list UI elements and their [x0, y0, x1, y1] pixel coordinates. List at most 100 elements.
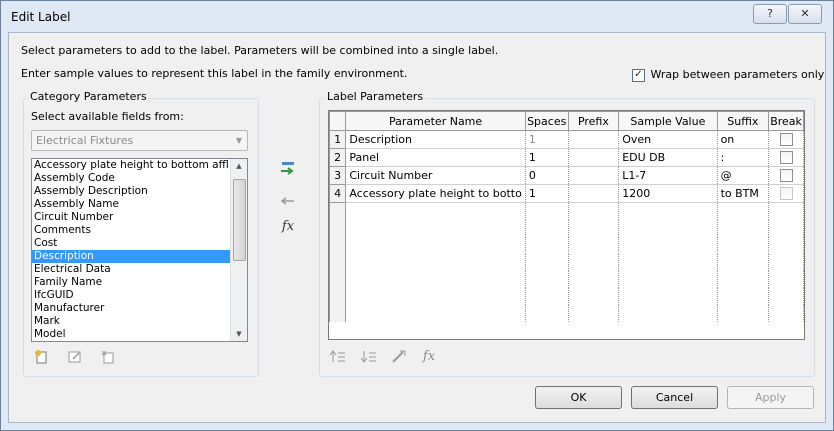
cell-spaces[interactable]: 1 [525, 184, 569, 203]
column-header-parameter-name[interactable]: Parameter Name [345, 111, 526, 131]
add-parameter-icon[interactable] [279, 160, 297, 176]
row-number-header [329, 111, 347, 131]
empty-cell [525, 305, 569, 322]
list-scrollbar[interactable]: ▲ ▼ [230, 159, 247, 341]
apply-button[interactable]: Apply [727, 386, 814, 409]
list-item[interactable]: Family Name [32, 276, 247, 289]
cell-break [768, 184, 804, 203]
column-header-prefix[interactable]: Prefix [567, 111, 620, 131]
cell-spaces[interactable]: 1 [525, 130, 569, 149]
available-fields-list[interactable]: Accessory plate height to bottom affl Ass… [31, 158, 248, 342]
cell-prefix[interactable] [568, 166, 620, 185]
close-button[interactable]: ✕ [788, 4, 822, 24]
empty-row [329, 220, 804, 237]
cell-break [768, 166, 804, 185]
list-item[interactable]: IfcGUID [32, 289, 247, 302]
cancel-button[interactable]: Cancel [631, 386, 718, 409]
empty-cell [525, 220, 569, 237]
cell-prefix[interactable] [568, 184, 620, 203]
grid-formula-icon[interactable]: fx [420, 349, 438, 365]
fields-source-select[interactable]: Electrical Fixtures ▼ [31, 130, 248, 151]
cell-suffix[interactable]: to BTM [717, 184, 770, 203]
cell-break [768, 130, 804, 149]
empty-cell [345, 254, 526, 271]
cell-parameter-name[interactable]: Panel [345, 148, 526, 167]
list-item[interactable]: Assembly Description [32, 185, 247, 198]
break-checkbox[interactable] [779, 133, 793, 147]
column-header-break[interactable]: Break [768, 111, 804, 131]
table-row[interactable]: 4 Accessory plate height to botto 1 1200 to … [329, 184, 804, 203]
table-row[interactable]: 3 Circuit Number 0 L1-7 @ [329, 166, 804, 185]
column-header-spaces[interactable]: Spaces [524, 111, 569, 131]
empty-cell [345, 237, 526, 254]
empty-cell [525, 288, 569, 305]
empty-cell [717, 254, 770, 271]
list-item[interactable]: Electrical Data [32, 263, 247, 276]
help-button[interactable]: ? [753, 4, 787, 24]
empty-cell [768, 271, 804, 288]
list-item[interactable]: Model [32, 328, 247, 341]
row-number: 2 [329, 148, 347, 167]
empty-cell [329, 271, 347, 288]
edit-format-icon[interactable] [390, 349, 408, 365]
cell-sample-value[interactable]: Oven [618, 130, 718, 149]
row-number: 3 [329, 166, 347, 185]
break-checkbox[interactable] [779, 187, 793, 201]
cell-suffix[interactable]: @ [717, 166, 770, 185]
empty-cell [568, 220, 620, 237]
cell-sample-value[interactable]: EDU DB [618, 148, 718, 167]
empty-row [329, 237, 804, 254]
list-item[interactable]: Mark [32, 315, 247, 328]
cell-parameter-name[interactable]: Description [345, 130, 526, 149]
table-row[interactable]: 1 Description 1 Oven on [329, 130, 804, 149]
empty-cell [345, 220, 526, 237]
label-parameters-title: Label Parameters [325, 90, 426, 103]
empty-cell [717, 305, 770, 322]
list-item[interactable]: Accessory plate height to bottom affl [32, 159, 247, 172]
list-item[interactable]: Assembly Name [32, 198, 247, 211]
chevron-down-icon[interactable]: ▼ [231, 131, 247, 150]
scroll-thumb[interactable] [233, 179, 246, 261]
move-up-icon[interactable] [329, 349, 347, 365]
cell-prefix[interactable] [568, 130, 620, 149]
list-item[interactable]: Comments [32, 224, 247, 237]
cell-parameter-name[interactable]: Circuit Number [345, 166, 526, 185]
new-parameter-icon[interactable] [33, 349, 51, 365]
cell-suffix[interactable]: on [717, 130, 770, 149]
list-item[interactable]: Description [32, 250, 247, 263]
wrap-option[interactable]: ✓ Wrap between parameters only [632, 68, 824, 82]
delete-parameter-icon[interactable] [99, 349, 117, 365]
list-item[interactable]: Assembly Code [32, 172, 247, 185]
break-checkbox[interactable] [779, 151, 793, 165]
empty-cell [717, 271, 770, 288]
column-header-suffix[interactable]: Suffix [716, 111, 770, 131]
cell-prefix[interactable] [568, 148, 620, 167]
cell-spaces[interactable]: 0 [525, 166, 569, 185]
cell-sample-value[interactable]: 1200 [618, 184, 718, 203]
edit-parameter-icon[interactable] [66, 349, 84, 365]
remove-parameter-icon[interactable] [279, 193, 297, 209]
ok-button[interactable]: OK [535, 386, 622, 409]
column-header-sample-value[interactable]: Sample Value [618, 111, 718, 131]
fields-source-value: Electrical Fixtures [36, 134, 134, 147]
empty-cell [618, 202, 718, 220]
move-down-icon[interactable] [360, 349, 378, 365]
break-checkbox[interactable] [779, 169, 793, 183]
cell-sample-value[interactable]: L1-7 [618, 166, 718, 185]
list-item[interactable]: Manufacturer [32, 302, 247, 315]
cell-suffix[interactable]: : [717, 148, 770, 167]
cell-spaces[interactable]: 1 [525, 148, 569, 167]
list-item[interactable]: Circuit Number [32, 211, 247, 224]
table-row[interactable]: 2 Panel 1 EDU DB: [329, 148, 804, 167]
empty-cell [717, 220, 770, 237]
category-parameters-title: Category Parameters [28, 90, 149, 103]
wrap-checkbox[interactable]: ✓ [632, 68, 645, 82]
empty-cell [525, 202, 569, 220]
empty-row [329, 305, 804, 322]
empty-cell [568, 305, 620, 322]
scroll-up-icon[interactable]: ▲ [231, 159, 247, 173]
cell-parameter-name[interactable]: Accessory plate height to botto [345, 184, 526, 203]
scroll-down-icon[interactable]: ▼ [231, 327, 247, 341]
list-item[interactable]: Cost [32, 237, 247, 250]
formula-icon[interactable]: fx [279, 219, 297, 235]
